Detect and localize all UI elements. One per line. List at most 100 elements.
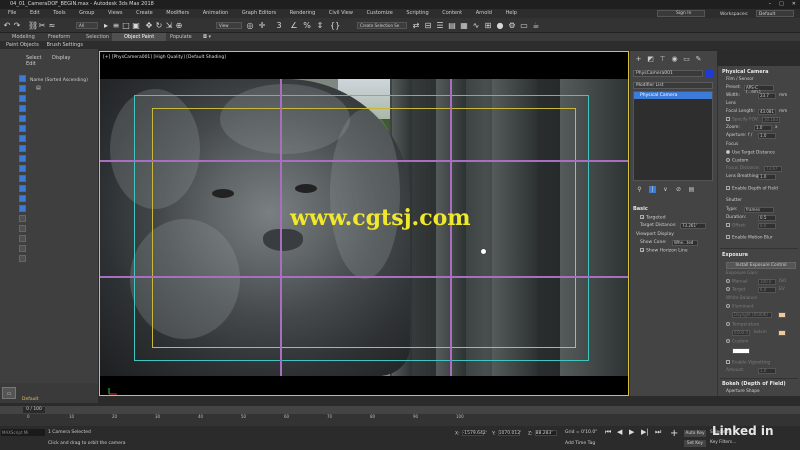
enable-motion-blur-checkbox[interactable]: Enable Motion Blur [726, 235, 773, 241]
custom-wb-radio[interactable]: Custom [726, 339, 748, 345]
key-filters-button[interactable]: Key Filters... [710, 440, 736, 445]
coord-y-field[interactable]: 1070.012' [497, 430, 521, 436]
viewport-label[interactable]: [+] [PhysCamera001] [High Quality] [Defa… [103, 55, 226, 60]
menu-civil-view[interactable]: Civil View [329, 10, 353, 16]
menu-tools[interactable]: Tools [53, 10, 65, 16]
vignetting-amount-field[interactable]: 1.0 [758, 368, 776, 374]
remove-modifier-icon[interactable]: ⊘ [675, 186, 682, 193]
enable-vignetting-checkbox[interactable]: Enable Vignetting [726, 360, 770, 366]
menu-group[interactable]: Group [79, 10, 94, 16]
curve-editor-icon[interactable]: ∿ [472, 21, 480, 30]
temperature-field[interactable]: 6500.0 [732, 330, 750, 336]
display-lights-icon[interactable] [19, 95, 26, 102]
width-field[interactable]: 23.7 [758, 93, 776, 99]
tab-freeform[interactable]: Freeform [48, 33, 70, 41]
tab-selection[interactable]: Selection [86, 33, 109, 41]
time-slider-frame-indicator[interactable]: 0 / 100 [23, 407, 45, 413]
target-distance-field[interactable]: 73.261' [680, 223, 706, 229]
bind-space-warp-icon[interactable]: ≈ [48, 21, 56, 30]
selection-filter-dropdown[interactable]: All [76, 22, 98, 29]
close-icon[interactable]: ✕ [792, 0, 796, 9]
coord-x-field[interactable]: -1579.642' [461, 430, 487, 436]
motion-tab-icon[interactable]: ◉ [670, 55, 679, 64]
sync-selection-icon[interactable] [19, 225, 26, 232]
tab-modeling[interactable]: Modeling [12, 33, 35, 41]
make-unique-icon[interactable]: ∨ [662, 186, 669, 193]
rollout-exposure-title[interactable]: Exposure [722, 252, 748, 258]
invert-display-icon[interactable] [19, 215, 26, 222]
rollout-physical-camera-title[interactable]: Physical Camera [722, 69, 768, 75]
menu-content[interactable]: Content [442, 10, 462, 16]
render-production-icon[interactable]: ☕ [532, 21, 540, 30]
percent-snap-icon[interactable]: % [303, 21, 311, 30]
object-color-swatch[interactable] [706, 70, 714, 77]
pivot-center-icon[interactable]: ◎ [246, 21, 254, 30]
custom-focus-radio[interactable]: Custom [726, 158, 748, 164]
tab-populate[interactable]: Populate [170, 33, 192, 41]
sign-in-button[interactable]: Sign In [657, 10, 705, 17]
focal-length-field[interactable]: 43.081 [758, 109, 776, 115]
display-xrefs-icon[interactable] [19, 145, 26, 152]
tab-display[interactable]: Display [52, 55, 70, 61]
select-manipulate-icon[interactable]: ✛ [258, 21, 266, 30]
find-icon[interactable] [19, 255, 26, 262]
column-header-name[interactable]: Name (Sorted Ascending) [30, 76, 96, 85]
edit-named-selection-icon[interactable]: {} [330, 21, 340, 30]
current-layer-label[interactable]: Default [22, 397, 38, 402]
manual-radio[interactable]: Manual [726, 279, 748, 285]
next-frame-icon[interactable]: ▶| [641, 428, 649, 436]
display-shapes-icon[interactable] [19, 85, 26, 92]
maximize-icon[interactable]: □ [779, 0, 784, 9]
tab-paint-objects[interactable]: Paint Objects [6, 42, 39, 48]
layer-explorer-icon[interactable]: ▤ [448, 21, 456, 30]
named-selection-sets-dropdown[interactable]: Create Selection Se [357, 22, 407, 29]
show-end-result-icon[interactable]: | [649, 186, 656, 193]
menu-arnold[interactable]: Arnold [476, 10, 492, 16]
duration-field[interactable]: 0.5 [758, 215, 776, 221]
display-geometry-icon[interactable] [19, 75, 26, 82]
hierarchy-tab-icon[interactable]: ⊤ [658, 55, 667, 64]
enable-dof-checkbox[interactable]: Enable Depth of Field [726, 186, 778, 192]
utilities-tab-icon[interactable]: ✎ [694, 55, 703, 64]
modifier-list-dropdown[interactable]: Modifier List [633, 82, 713, 89]
window-crossing-icon[interactable]: ▣ [132, 21, 140, 30]
viewport-layout-icon[interactable]: ▭ [2, 387, 16, 399]
display-frozen-icon[interactable] [19, 175, 26, 182]
menu-graph-editors[interactable]: Graph Editors [242, 10, 276, 16]
go-to-start-icon[interactable]: ⏮ [605, 428, 611, 437]
temperature-radio[interactable]: Temperature [726, 322, 759, 328]
align-icon[interactable]: ⊟ [424, 21, 432, 30]
add-time-tag[interactable]: Add Time Tag [565, 441, 595, 446]
zoom-field[interactable]: 1.0 [754, 125, 772, 131]
create-tab-icon[interactable]: + [634, 55, 643, 64]
select-move-icon[interactable]: ✥ [145, 21, 153, 30]
display-all-icon[interactable] [19, 195, 26, 202]
temperature-color-swatch[interactable] [778, 330, 786, 336]
link-icon[interactable]: ⛓ [28, 21, 38, 30]
camera-viewport[interactable]: [+] [PhysCamera001] [High Quality] [Defa… [99, 51, 629, 396]
display-none-icon[interactable] [19, 205, 26, 212]
ribbon-options-icon[interactable]: ◘ ▾ [203, 33, 211, 41]
reference-coordinate-dropdown[interactable]: View [216, 22, 242, 29]
shutter-type-dropdown[interactable]: frames [744, 207, 774, 213]
select-scale-icon[interactable]: ⇲ [165, 21, 173, 30]
material-editor-icon[interactable]: ● [496, 21, 504, 30]
display-bones-icon[interactable] [19, 155, 26, 162]
minimize-icon[interactable]: – [769, 0, 772, 9]
ribbon-toggle-icon[interactable]: ▦ [460, 21, 468, 30]
rollout-basic-title[interactable]: Basic [633, 206, 648, 212]
set-key-button[interactable]: Set Key [684, 440, 706, 447]
spinner-snap-icon[interactable]: ⇕ [316, 21, 324, 30]
region-select-icon[interactable]: □ [122, 21, 130, 30]
menu-modifiers[interactable]: Modifiers [166, 10, 189, 16]
coord-z-field[interactable]: 88.283' [534, 430, 557, 436]
time-slider[interactable]: 0 / 100 [0, 406, 800, 414]
fov-field[interactable]: 30.183 [762, 117, 780, 123]
menu-file[interactable]: File [8, 10, 16, 16]
select-object-icon[interactable]: ▸ [102, 21, 110, 30]
illuminant-dropdown[interactable]: Daylight (6500K) [732, 312, 772, 318]
previous-frame-icon[interactable]: ◀ [617, 428, 622, 436]
set-key-plus-icon[interactable]: + [670, 428, 678, 439]
select-rotate-icon[interactable]: ↻ [155, 21, 163, 30]
maxscript-listener[interactable]: MAXScript Mi [1, 429, 45, 436]
